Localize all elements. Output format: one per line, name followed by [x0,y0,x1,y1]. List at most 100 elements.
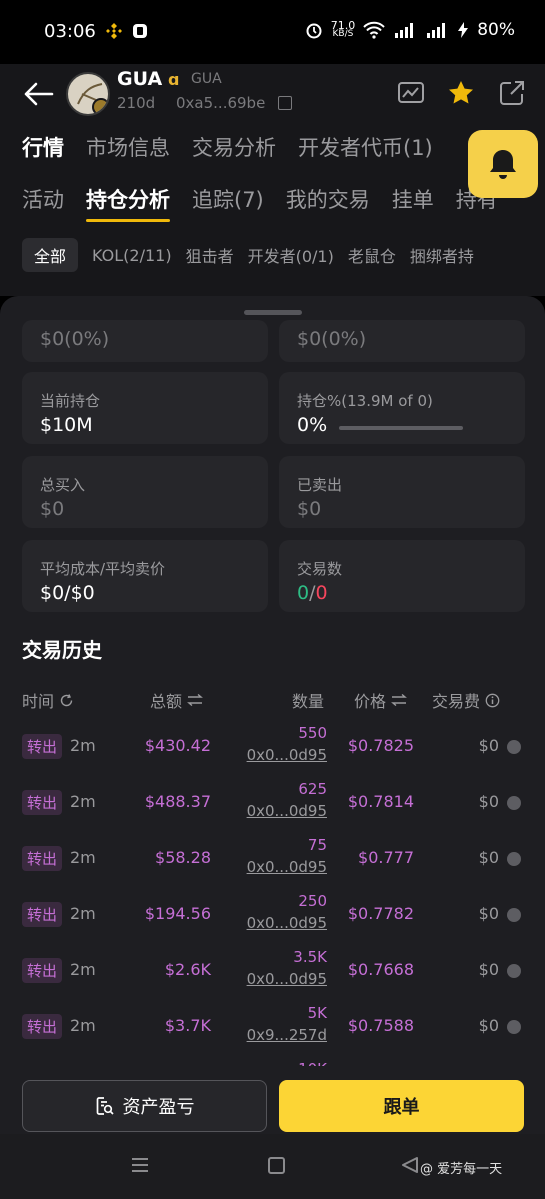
tab-dev-tokens[interactable]: 开发者代币(1) [298,132,433,162]
row-address-link[interactable]: 0x0...0d95 [247,746,327,764]
alarm-icon [306,23,322,39]
row-price: $0.7588 [347,1016,414,1035]
tab-orders[interactable]: 挂单 [392,184,434,214]
table-row[interactable]: 转出 2m $58.28 75 0x0...0d95 $0.777 $0 [0,836,545,898]
stat-top-right-value: $0(0%) [297,328,367,350]
stat-card-avg-cost: 平均成本/平均卖价 $0/$0 [22,540,268,612]
row-address-link[interactable]: 0x0...0d95 [247,970,327,988]
row-total: $2.6K [164,960,211,979]
primary-tabs: 行情 市场信息 交易分析 开发者代币(1) [22,132,433,162]
row-age: 2m [70,904,96,923]
nav-back-icon[interactable] [400,1156,420,1174]
row-address-link[interactable]: 0x0...0d95 [247,858,327,876]
col-fee-label: 交易费 [432,692,481,711]
token-address[interactable]: 0xa5...69be [176,94,265,112]
table-row[interactable]: 转出 2m $3.7K 5K 0x9...257d $0.7588 $0 [0,1004,545,1066]
tab-holding-analysis[interactable]: 持仓分析 [86,184,170,222]
net-speed-unit: KB/S [332,29,354,39]
stat-card-holding-pct: 持仓%(13.9M of 0) 0% [279,372,525,444]
info-icon [485,693,500,707]
row-quantity: 5K [307,1004,327,1022]
back-arrow-icon[interactable] [22,80,54,108]
row-age: 2m [70,792,96,811]
filter-bundlers[interactable]: 捆绑者持 [410,243,474,267]
table-row[interactable]: 转出 2m $194.56 250 0x0...0d95 $0.7782 $0 [0,892,545,954]
row-total: $488.37 [144,792,211,811]
tx-count-buys: 0 [297,582,310,604]
col-header-total[interactable]: 总额 [150,688,203,712]
home-icon[interactable] [268,1157,285,1174]
sold-value: $0 [297,498,322,520]
sheet-drag-handle[interactable] [244,310,302,315]
explorer-link-icon[interactable] [507,908,521,922]
row-fee: $0 [478,848,499,867]
tx-count-label: 交易数 [297,560,343,578]
tx-count-sells: 0 [315,582,328,604]
row-price: $0.7782 [347,904,414,923]
tab-market-info[interactable]: 市场信息 [86,132,170,162]
favorite-star-icon[interactable] [446,78,476,108]
asset-pnl-button[interactable]: 资产盈亏 [22,1080,267,1132]
row-total: $3.7K [164,1016,211,1035]
binance-icon [106,23,122,39]
filter-developer[interactable]: 开发者(0/1) [248,243,334,267]
row-address-link[interactable]: 0x0...0d95 [247,802,327,820]
row-age: 2m [70,960,96,979]
tab-market[interactable]: 行情 [22,132,64,162]
row-address-link[interactable]: 0x9...257d [247,1026,327,1044]
token-age: 210d [117,94,156,112]
filter-kol[interactable]: KOL(2/11) [92,246,172,265]
tab-tracking[interactable]: 追踪(7) [192,184,264,214]
total-buy-value: $0 [40,498,65,520]
row-type-badge: 转出 [22,790,63,815]
col-total-label: 总额 [150,692,183,711]
row-fee: $0 [478,1016,499,1035]
row-address-link[interactable]: 0x0...0d95 [247,914,327,932]
col-header-fee[interactable]: 交易费 [432,688,500,712]
table-row[interactable]: 转出 2m $430.42 550 0x0...0d95 $0.7825 $0 [0,724,545,786]
status-bar: 03:06 71.0 KB/S 80% [0,0,545,64]
avg-cost-value: $0/$0 [40,582,95,604]
share-icon[interactable] [497,78,527,108]
copy-trade-button[interactable]: 跟单 [279,1080,524,1132]
row-type-badge: 转出 [22,734,63,759]
explorer-link-icon[interactable] [507,740,521,754]
stat-card-tx-count: 交易数 0/0 [279,540,525,612]
stat-card-total-buy: 总买入 $0 [22,456,268,528]
current-holding-value: $10M [40,414,93,436]
holding-pct-label: 持仓%(13.9M of 0) [297,392,433,410]
explorer-link-icon[interactable] [507,1020,521,1034]
row-price: $0.777 [358,848,414,867]
tab-trade-analysis[interactable]: 交易分析 [192,132,276,162]
row-type-badge: 转出 [22,846,63,871]
row-total: $430.42 [144,736,211,755]
tab-my-trades[interactable]: 我的交易 [286,184,370,214]
table-row[interactable]: 转出 2m $2.6K 3.5K 0x0...0d95 $0.7668 $0 [0,948,545,1010]
alert-button[interactable] [468,130,538,198]
recent-apps-icon[interactable] [130,1156,150,1174]
col-header-time[interactable]: 时间 [22,688,74,712]
table-row[interactable]: 转出 2m $488.37 625 0x0...0d95 $0.7814 $0 [0,780,545,842]
explorer-link-icon[interactable] [507,964,521,978]
copy-icon[interactable] [278,96,292,110]
battery-level: 80% [477,20,515,40]
row-age: 2m [70,736,96,755]
row-quantity: 625 [298,780,327,798]
tab-activity[interactable]: 活动 [22,184,64,214]
refresh-clock-icon [60,693,73,706]
row-quantity: 250 [298,892,327,910]
filter-all[interactable]: 全部 [22,238,79,272]
stat-card-top-right: $0(0%) [279,320,525,362]
status-time: 03:06 [44,21,96,42]
col-header-quantity: 数量 [292,688,324,712]
col-header-price[interactable]: 价格 [354,688,407,712]
swap-sort-icon [391,694,407,706]
chain-badge-icon [92,98,108,114]
explorer-link-icon[interactable] [507,796,521,810]
filter-snipers[interactable]: 狙击者 [186,243,234,267]
net-speed: 71.0 KB/S [331,20,356,39]
chart-icon[interactable] [396,78,426,108]
status-system-icons: 71.0 KB/S 80% [305,20,515,40]
filter-insiders[interactable]: 老鼠仓 [348,243,396,267]
explorer-link-icon[interactable] [507,852,521,866]
